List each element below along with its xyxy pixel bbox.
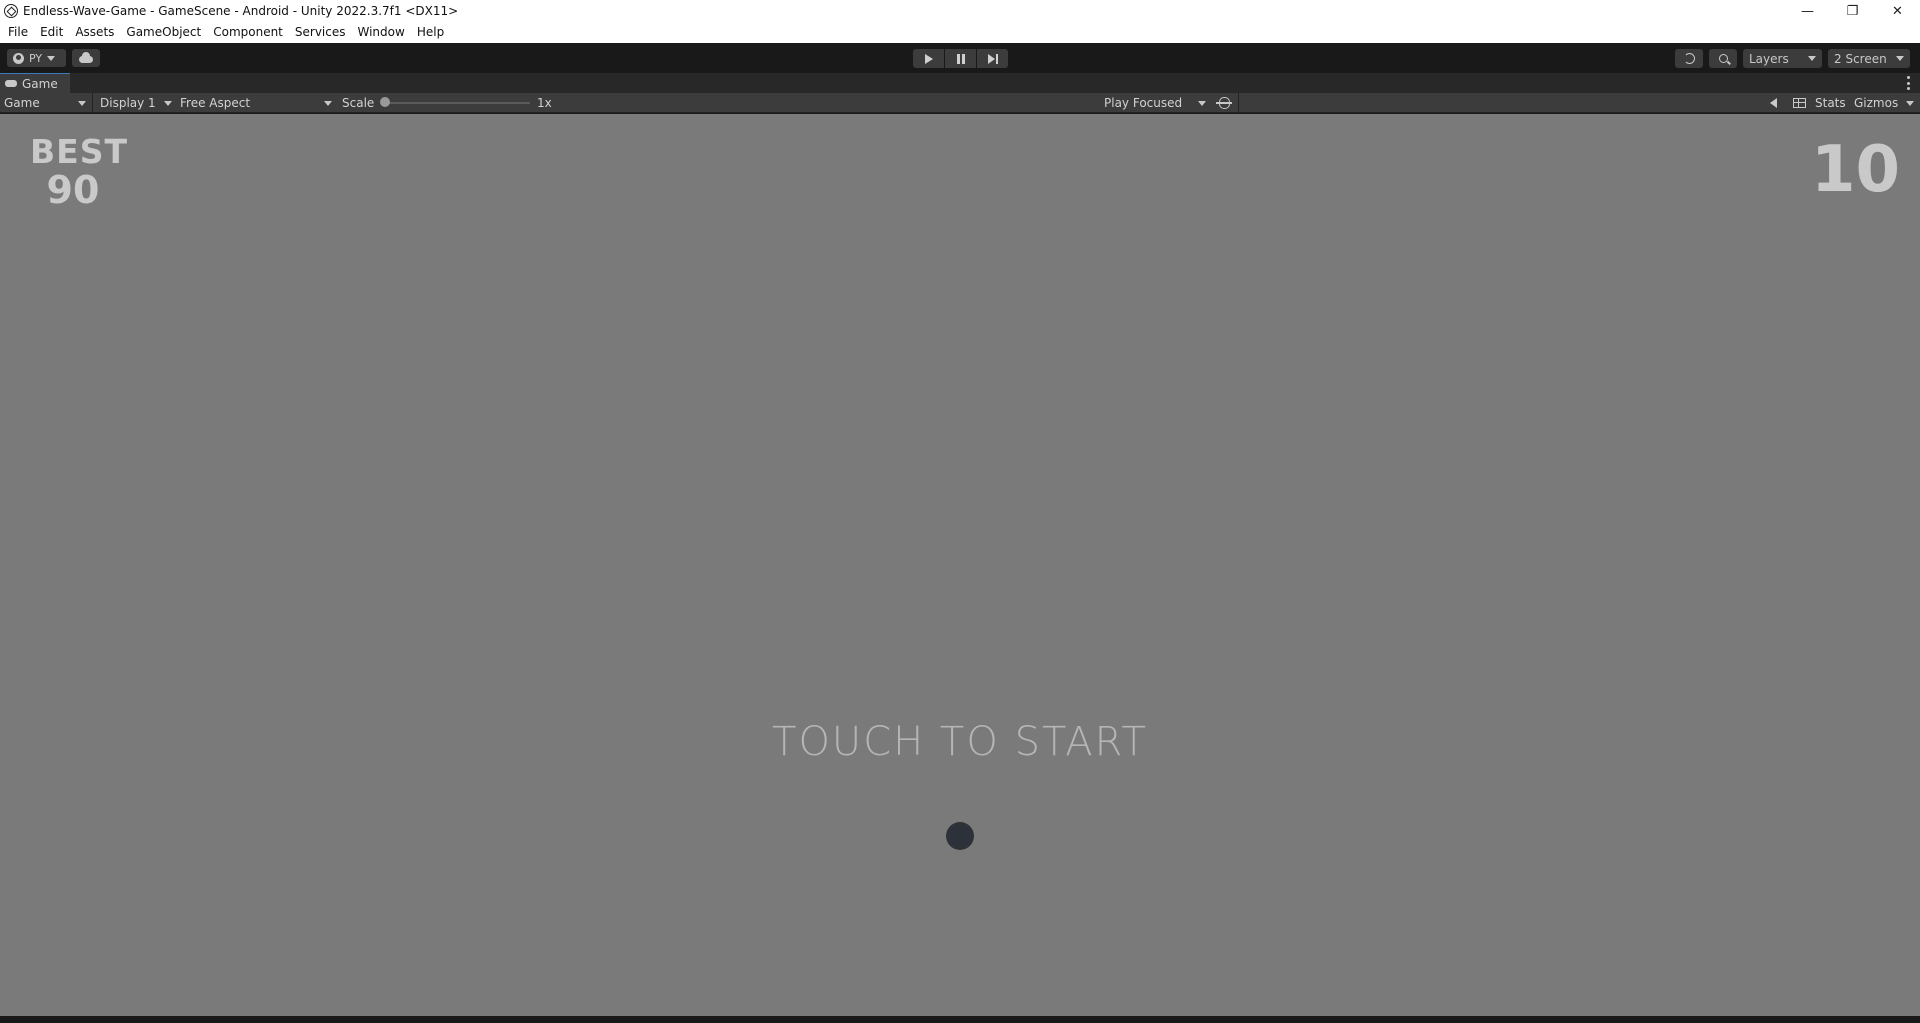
divider (92, 93, 93, 113)
cloud-icon (79, 52, 93, 63)
step-icon (987, 53, 998, 64)
game-viewport[interactable]: BEST 90 10 TOUCH TO START (0, 114, 1920, 1016)
bug-icon (1215, 97, 1232, 109)
play-focus-label: Play Focused (1104, 96, 1183, 110)
chevron-down-icon (1896, 56, 1904, 61)
current-score: 10 (1810, 133, 1900, 207)
gizmos-dropdown[interactable]: Gizmos (1854, 93, 1914, 113)
toolbar-right: Layers 2 Screen (1675, 49, 1920, 68)
chevron-down-icon (164, 100, 172, 106)
play-button[interactable] (913, 49, 944, 68)
account-dropdown[interactable]: PY (7, 49, 66, 67)
status-bar (0, 1016, 1920, 1023)
undo-history-button[interactable] (1675, 49, 1703, 68)
aspect-dropdown[interactable]: Free Aspect (180, 93, 332, 113)
search-icon (1718, 54, 1728, 63)
cloud-button[interactable] (72, 49, 100, 67)
keyboard-icon (1792, 98, 1806, 108)
menu-edit[interactable]: Edit (34, 22, 69, 43)
scale-value: 1x (537, 96, 552, 110)
minimize-button[interactable]: — (1785, 0, 1830, 22)
layout-dropdown[interactable]: 2 Screen (1828, 49, 1910, 68)
pause-button[interactable] (945, 49, 976, 68)
layers-label: Layers (1749, 51, 1789, 66)
restore-button[interactable]: ❐ (1830, 0, 1875, 22)
step-button[interactable] (977, 49, 1008, 68)
frame-debugger-button[interactable] (1215, 93, 1233, 113)
title-bar: Endless-Wave-Game - GameScene - Android … (0, 0, 1920, 22)
user-icon (13, 52, 24, 64)
aspect-label: Free Aspect (180, 96, 251, 110)
player-ball (946, 822, 974, 850)
menu-help[interactable]: Help (411, 22, 450, 43)
view-mode-dropdown[interactable]: Game (4, 93, 86, 113)
keyboard-shortcuts-button[interactable] (1790, 93, 1808, 113)
chevron-down-icon (1906, 100, 1914, 106)
more-options-icon[interactable] (1907, 76, 1910, 90)
scale-slider-track[interactable] (385, 102, 530, 104)
layers-dropdown[interactable]: Layers (1743, 49, 1822, 68)
chevron-down-icon (324, 100, 332, 106)
playmode-controls (913, 49, 1008, 68)
play-focus-dropdown[interactable]: Play Focused (1104, 93, 1206, 113)
display-label: Display 1 (100, 96, 156, 110)
gamepad-icon (5, 80, 17, 87)
mute-audio-button[interactable] (1765, 93, 1781, 113)
close-button[interactable]: ✕ (1875, 0, 1920, 22)
menu-window[interactable]: Window (352, 22, 411, 43)
tab-game-label: Game (22, 76, 58, 91)
chevron-down-icon (78, 100, 86, 106)
menu-file[interactable]: File (2, 22, 34, 43)
game-view-toolbar: Game Display 1 Free Aspect Scale 1x Play… (0, 93, 1920, 113)
menu-bar: File Edit Assets GameObject Component Se… (0, 22, 1920, 43)
tab-game[interactable]: Game (0, 73, 70, 93)
touch-to-start-prompt[interactable]: TOUCH TO START (0, 719, 1920, 765)
layout-label: 2 Screen (1834, 51, 1887, 66)
display-dropdown[interactable]: Display 1 (100, 93, 172, 113)
menu-assets[interactable]: Assets (69, 22, 120, 43)
main-toolbar: PY Layers 2 Screen (0, 43, 1920, 73)
menu-services[interactable]: Services (289, 22, 352, 43)
tab-bar: Game (0, 73, 1920, 93)
search-button[interactable] (1709, 49, 1737, 68)
chevron-down-icon (47, 55, 56, 61)
window-title: Endless-Wave-Game - GameScene - Android … (23, 4, 459, 18)
stats-button[interactable]: Stats (1815, 93, 1846, 113)
account-label: PY (29, 51, 43, 65)
best-score-label: BEST (30, 132, 128, 171)
chevron-down-icon (1198, 100, 1206, 106)
speaker-icon (1769, 98, 1777, 108)
chevron-down-icon (1808, 56, 1816, 61)
scale-label: Scale (342, 96, 375, 110)
play-icon (924, 53, 933, 64)
history-icon (1683, 53, 1695, 64)
view-mode-label: Game (4, 96, 40, 110)
pause-icon (956, 53, 965, 64)
window-controls: — ❐ ✕ (1785, 0, 1920, 22)
gizmos-label: Gizmos (1854, 96, 1899, 110)
scale-slider-thumb[interactable] (380, 97, 390, 107)
divider (1238, 93, 1239, 113)
unity-logo-icon (4, 4, 18, 18)
best-score-value: 90 (46, 168, 100, 212)
menu-component[interactable]: Component (207, 22, 289, 43)
menu-gameobject[interactable]: GameObject (120, 22, 207, 43)
